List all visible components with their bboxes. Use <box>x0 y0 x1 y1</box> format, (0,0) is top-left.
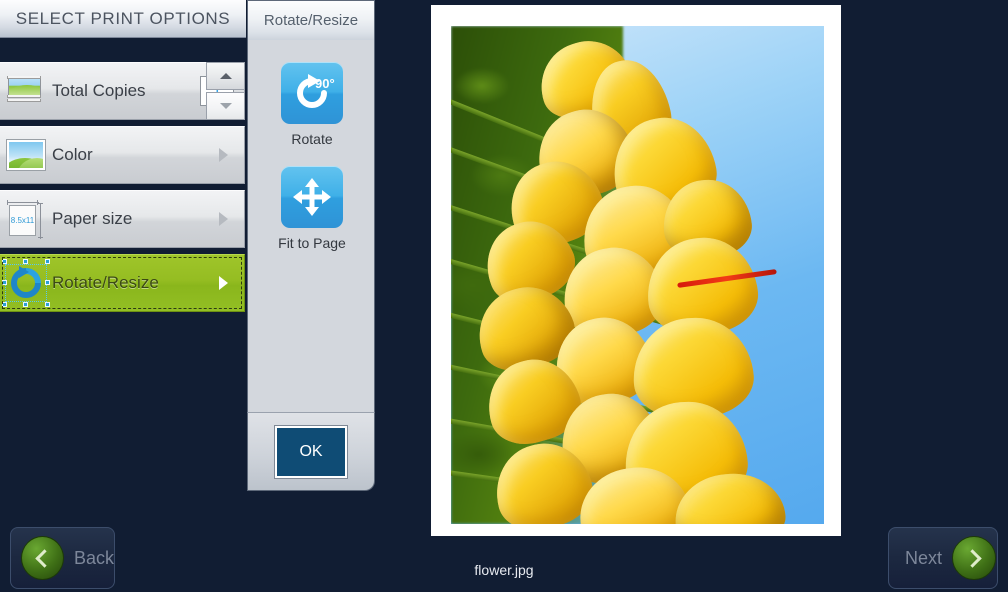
fit-to-page-button[interactable] <box>281 166 343 228</box>
chevron-right-icon <box>219 276 228 290</box>
paper-size-icon-text: 8.5x11 <box>10 216 35 225</box>
ok-button[interactable]: OK <box>275 425 347 478</box>
rotate-90-icon: 90° <box>297 74 335 108</box>
dialog-body: 90° Rotate Fit to Page <box>247 40 375 412</box>
total-copies-stepper[interactable] <box>206 62 245 120</box>
fit-to-page-tool-label: Fit to Page <box>278 235 346 251</box>
sidebar-item-label: Color <box>52 145 93 164</box>
dialog-tab-title: Rotate/Resize <box>247 0 375 40</box>
four-arrows-move-icon <box>293 178 331 216</box>
chevron-left-icon <box>21 536 64 580</box>
landscape-photo-icon <box>0 139 52 171</box>
print-preview-frame <box>431 5 841 536</box>
photo-stack-icon <box>0 76 52 106</box>
print-options-screen: SELECT PRINT OPTIONS Total Copies 1 Colo… <box>0 0 1008 592</box>
rotate-button[interactable]: 90° <box>281 62 343 124</box>
sidebar: SELECT PRINT OPTIONS Total Copies 1 Colo… <box>0 0 246 500</box>
next-button[interactable]: Next <box>888 527 998 589</box>
back-button-label: Back <box>73 547 114 568</box>
chevron-right-icon <box>219 148 228 162</box>
svg-text:90°: 90° <box>315 76 335 91</box>
stepper-up-button[interactable] <box>206 62 245 90</box>
paper-size-icon: 8.5x11 <box>0 199 52 239</box>
rotate-icon <box>0 259 52 307</box>
sidebar-item-paper-size[interactable]: 8.5x11 Paper size <box>0 190 245 248</box>
sidebar-item-label: Paper size <box>52 209 133 228</box>
sidebar-item-label: Total Copies <box>52 81 146 100</box>
next-button-label: Next <box>905 547 943 568</box>
chevron-right-icon <box>219 212 228 226</box>
rotate-tool-label: Rotate <box>291 131 333 147</box>
preview-filename: flower.jpg <box>474 562 534 578</box>
fit-to-page-tool[interactable]: Fit to Page <box>248 166 376 251</box>
back-button[interactable]: Back <box>10 527 115 589</box>
preview-image <box>451 26 824 524</box>
page-title: SELECT PRINT OPTIONS <box>0 0 246 38</box>
caret-down-icon <box>219 103 232 109</box>
chevron-right-icon <box>952 536 997 580</box>
rotate-tool[interactable]: 90° Rotate <box>248 62 376 147</box>
sidebar-item-color[interactable]: Color <box>0 126 245 184</box>
sidebar-item-rotate-resize[interactable]: Rotate/Resize <box>0 254 245 312</box>
rotate-resize-dialog: Rotate/Resize 90° Rotate Fit to Page OK <box>247 0 375 491</box>
dialog-footer: OK <box>247 412 375 491</box>
caret-up-icon <box>219 73 232 79</box>
sidebar-item-label: Rotate/Resize <box>52 273 159 292</box>
stepper-down-button[interactable] <box>206 92 245 120</box>
